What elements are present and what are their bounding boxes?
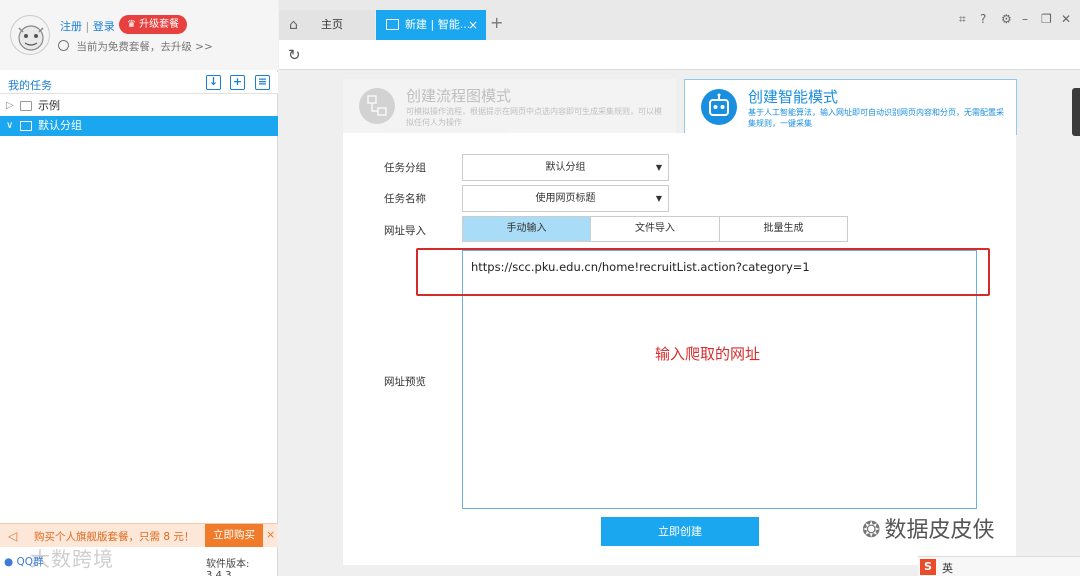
close-icon[interactable]: × [266, 528, 275, 541]
document-icon [386, 19, 399, 30]
new-tab-button[interactable]: + [490, 13, 503, 32]
chevron-down-icon[interactable]: ∨ [6, 116, 13, 136]
tab-bar: ⌂ 主页 新建 | 智能... × + ⌗ ? ⚙ – ❐ ✕ [279, 0, 1080, 40]
qq-label: QQ群 [16, 556, 44, 568]
qq-icon: ● [4, 556, 14, 568]
promo-text: 购买个人旗舰版套餐，只需 8 元！ [34, 531, 195, 543]
ime-lang-toggle[interactable]: 英 [942, 560, 953, 576]
tab-home[interactable]: ⌂ 主页 [279, 10, 375, 40]
smart-mode-card[interactable]: 创建智能模式 基于人工智能算法，输入网址即可自动识别网页内容和分页，无需配置采集… [684, 79, 1017, 135]
close-window-icon[interactable]: ✕ [1061, 12, 1071, 26]
tree-item-label: 默认分组 [38, 119, 82, 132]
minimize-icon[interactable]: – [1022, 12, 1028, 26]
sidebar: 注册 | 登录 ♛ 升级套餐 当前为免费套餐，去升级 >> 我的任务 ↓ + ≡… [0, 0, 278, 576]
upgrade-button[interactable]: ♛ 升级套餐 [119, 15, 188, 34]
tab-manual-input[interactable]: 手动输入 [462, 216, 591, 242]
robot-icon [701, 89, 737, 125]
profile-panel: 注册 | 登录 ♛ 升级套餐 当前为免费套餐，去升级 >> [0, 0, 278, 70]
caret-down-icon: ▼ [655, 163, 662, 172]
tab-home-label: 主页 [321, 18, 343, 31]
folder-icon [20, 121, 32, 131]
folder-icon [20, 101, 32, 111]
close-tab-icon[interactable]: × [468, 10, 478, 40]
clock-icon [58, 40, 69, 51]
tree-item-label: 示例 [38, 99, 60, 112]
annotation-text: 输入爬取的网址 [655, 345, 761, 363]
url-preview-label: 网址预览 [384, 376, 426, 388]
tree-item-example[interactable]: ▷ 示例 [0, 96, 278, 116]
toolbar: ↻ [279, 40, 1080, 70]
search-task-icon[interactable]: ≡ [255, 75, 270, 90]
name-select[interactable]: 使用网页标题 ▼ [462, 185, 669, 212]
url-import-label: 网址导入 [384, 225, 426, 237]
wechat-icon: ❂ [862, 518, 881, 543]
version-label: 软件版本: 3.4.3 [206, 559, 250, 576]
my-tasks-header: 我的任务 ↓ + ≡ [0, 72, 278, 94]
tree-item-default-group[interactable]: ∨ 默认分组 [0, 116, 278, 136]
crown-icon: ♛ [127, 19, 136, 30]
flow-mode-title: 创建流程图模式 [406, 87, 512, 105]
help-icon[interactable]: ? [980, 12, 986, 26]
avatar[interactable] [10, 15, 50, 55]
refresh-icon[interactable]: ↻ [288, 46, 301, 64]
annotation-highlight-box [416, 248, 990, 296]
tab-batch-generate[interactable]: 批量生成 [719, 216, 848, 242]
group-select[interactable]: 默认分组 ▼ [462, 154, 669, 181]
speaker-icon: ◁ [8, 529, 18, 543]
side-panel-handle[interactable] [1072, 88, 1080, 136]
name-select-value: 使用网页标题 [535, 193, 596, 204]
tab-file-import[interactable]: 文件导入 [590, 216, 720, 242]
smart-mode-desc: 基于人工智能算法，输入网址即可自动识别网页内容和分页，无需配置采集规则，一键采集 [748, 108, 1004, 128]
buy-now-button[interactable]: 立即购买 [205, 524, 263, 547]
my-tasks-title: 我的任务 [8, 79, 52, 92]
restore-icon[interactable]: ❐ [1041, 12, 1052, 26]
register-link[interactable]: 注册 [60, 20, 82, 33]
plan-status[interactable]: 当前为免费套餐，去升级 >> [58, 39, 213, 54]
tab-new-smart[interactable]: 新建 | 智能... × [376, 10, 486, 40]
gift-icon[interactable]: ⌗ [959, 12, 966, 27]
qq-group-link[interactable]: ● QQ群 [4, 554, 44, 569]
chevron-right-icon[interactable]: ▷ [6, 96, 14, 116]
group-select-value: 默认分组 [545, 162, 586, 173]
wechat-watermark: ❂ 数据皮皮侠 [862, 512, 994, 544]
auth-links: 注册 | 登录 [60, 18, 115, 34]
auth-separator: | [85, 20, 90, 33]
add-task-icon[interactable]: + [230, 75, 245, 90]
create-now-button[interactable]: 立即创建 [601, 517, 759, 546]
flow-mode-card[interactable]: 创建流程图模式 可模拟操作流程，根据提示在网页中点选内容即可生成采集规则，可以模… [343, 79, 676, 133]
login-link[interactable]: 登录 [93, 20, 115, 33]
plan-text: 当前为免费套餐，去升级 >> [76, 41, 213, 53]
upgrade-label: 升级套餐 [139, 19, 180, 30]
name-label: 任务名称 [384, 193, 426, 205]
group-label: 任务分组 [384, 162, 426, 174]
wechat-watermark-text: 数据皮皮侠 [884, 518, 995, 543]
flow-mode-desc: 可模拟操作流程，根据提示在网页中点选内容即可生成采集规则，可以模拟任何人为操作 [406, 107, 662, 127]
flowchart-icon [359, 88, 395, 124]
smart-mode-title: 创建智能模式 [748, 88, 839, 106]
home-icon: ⌂ [289, 17, 298, 33]
import-task-icon[interactable]: ↓ [206, 75, 221, 90]
ime-logo-icon[interactable]: S [920, 559, 936, 575]
ime-toolbar: S 英 [918, 556, 1080, 576]
caret-down-icon: ▼ [655, 194, 662, 203]
settings-icon[interactable]: ⚙ [1001, 12, 1012, 26]
tab-active-label: 新建 | 智能... [405, 18, 471, 31]
